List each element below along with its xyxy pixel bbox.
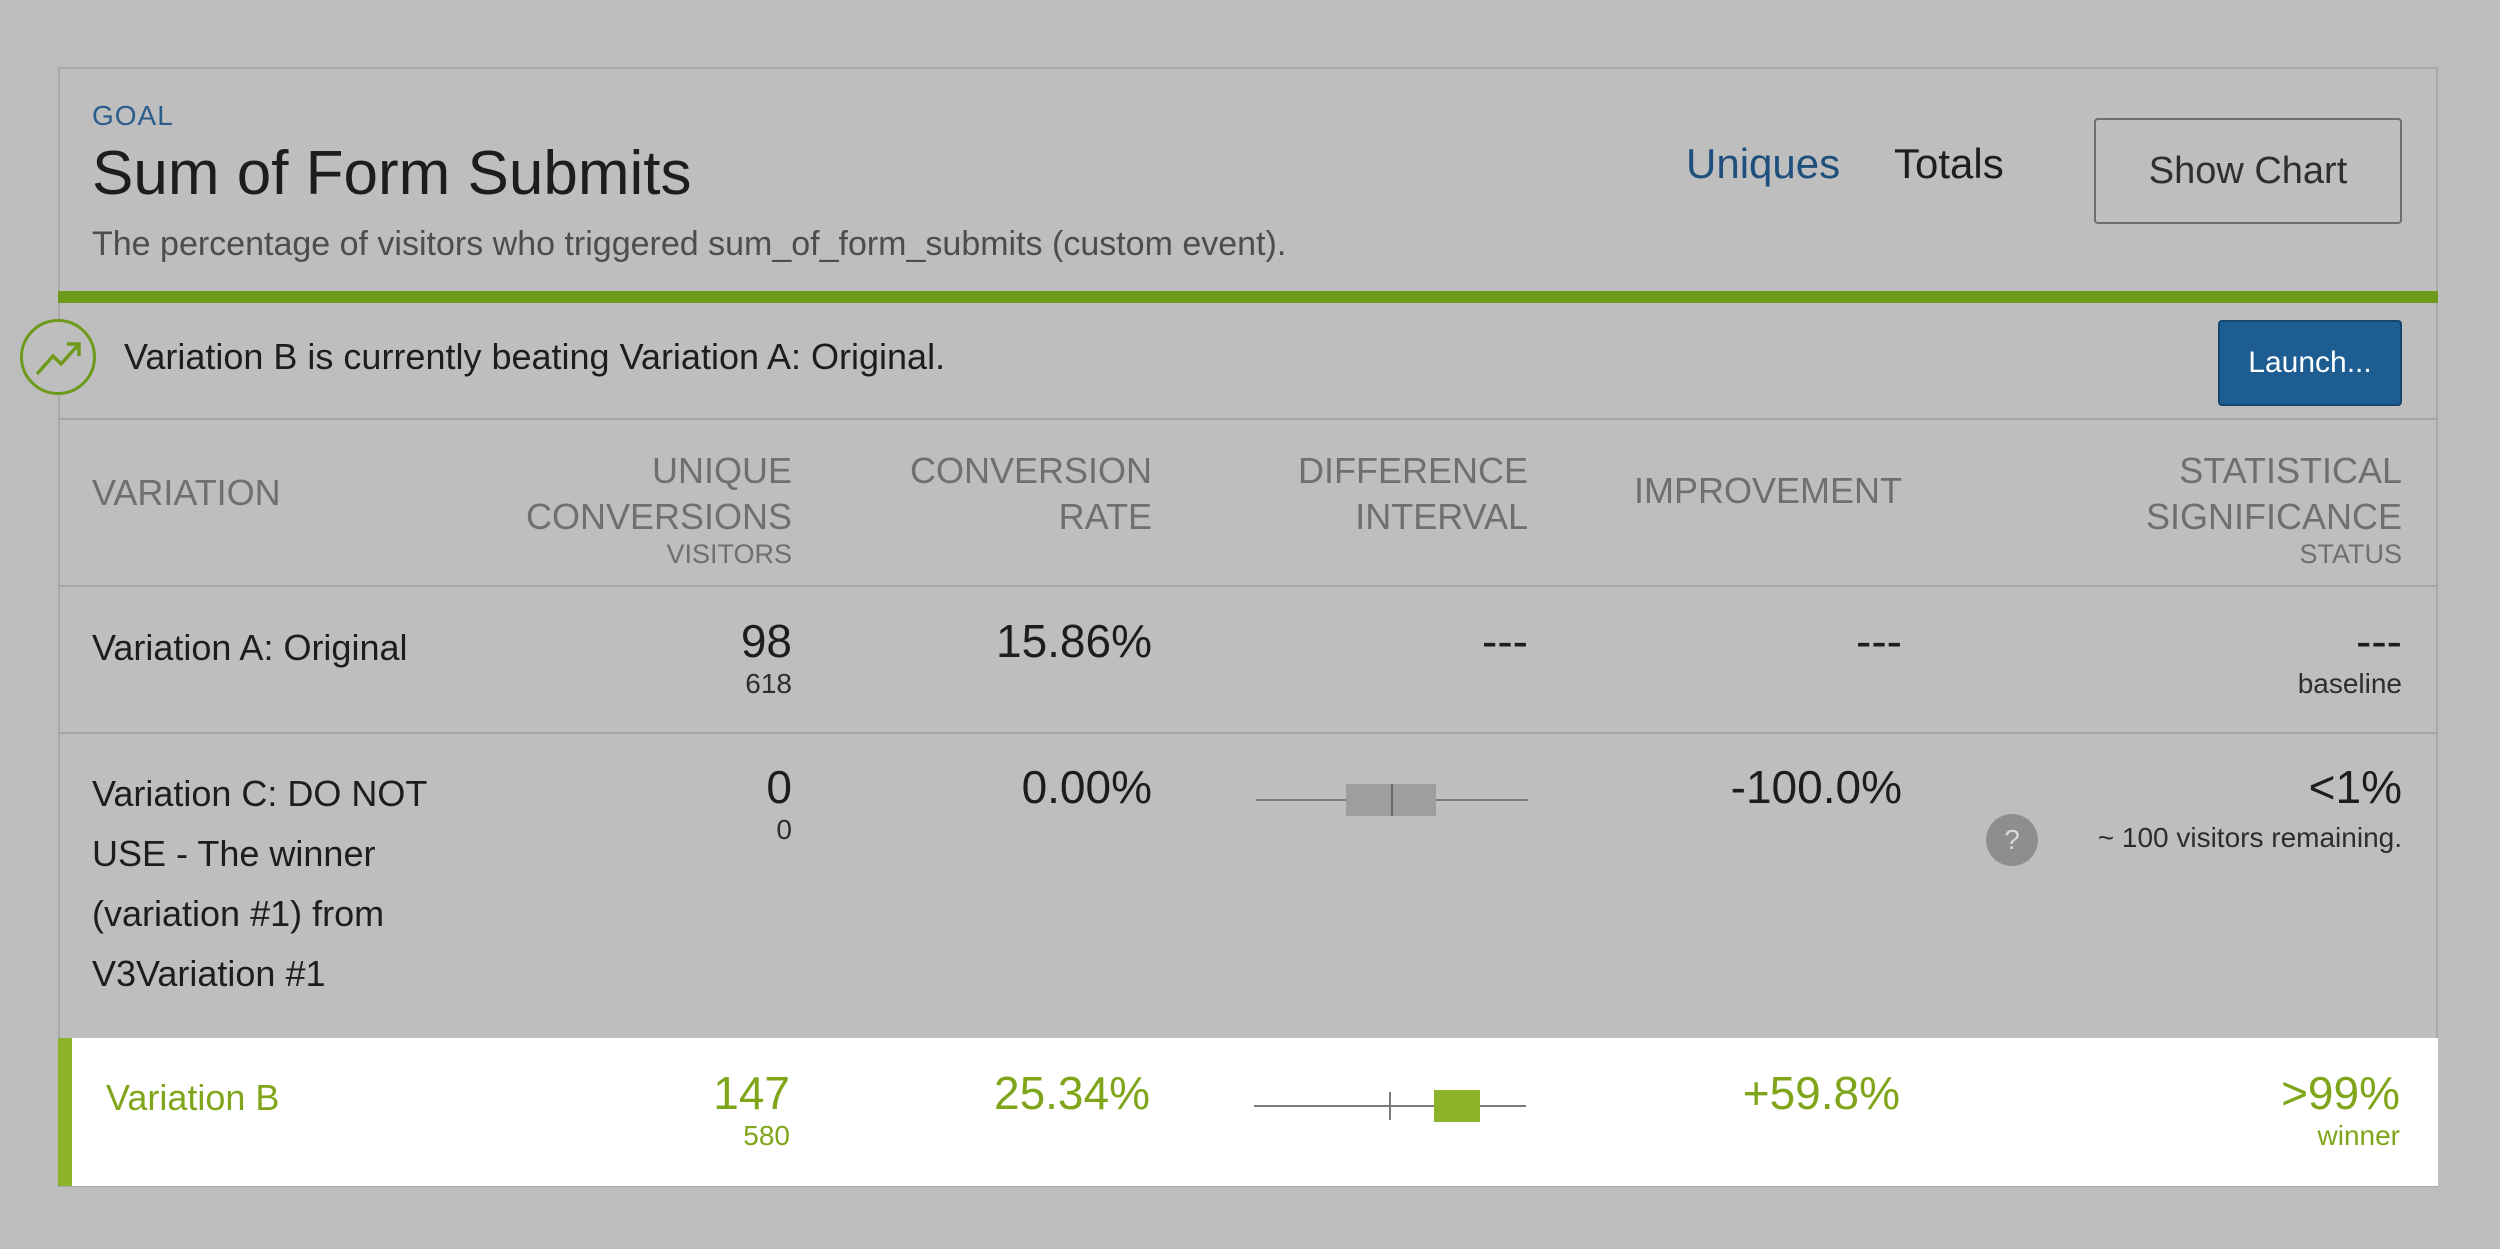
show-chart-button[interactable]: Show Chart [2094,118,2402,224]
difference-interval-chart [1254,1090,1526,1122]
col-header-unique-conversions-label: UNIQUE CONVERSIONS [525,450,792,537]
statistical-significance: <1% [2308,761,2402,813]
divider [58,418,2438,420]
col-header-conversion-rate: CONVERSION RATE [909,450,1152,537]
goal-label: GOAL [92,100,174,131]
tab-uniques[interactable]: Uniques [1686,140,1840,188]
difference-interval: --- [1482,615,1528,667]
col-header-statistical-significance: STATISTICAL SIGNIFICANCE STATUS [2080,448,2402,568]
divider [58,732,2438,734]
col-header-visitors: VISITORS [666,539,792,569]
status-label: ~ 100 visitors remaining. [2097,822,2402,853]
result-banner-message: Variation B is currently beating Variati… [124,336,946,377]
variation-name: Variation A: Original [92,627,408,668]
variation-name-line: V3Variation #1 [92,953,326,994]
col-header-statistical-significance-label: STATISTICAL SIGNIFICANCE [2145,450,2402,537]
col-header-improvement: IMPROVEMENT [1633,470,1902,511]
unique-conversions: 147 [713,1067,790,1119]
status-label: winner [2317,1120,2400,1151]
improvement: +59.8% [1742,1067,1900,1119]
variation-name-line: (variation #1) from [92,893,385,934]
difference-interval-chart [1256,784,1528,816]
status-label: baseline [2297,668,2402,699]
visitors: 0 [776,814,792,845]
improvement: -100.0% [1730,761,1902,813]
goal-description: The percentage of visitors who triggered… [92,225,1287,263]
variation-name: Variation C: DO NOT USE - The winner (va… [92,764,427,1004]
help-icon[interactable]: ? [1986,814,2038,866]
interval-bar [1434,1090,1480,1122]
visitors: 618 [745,668,792,699]
col-header-unique-conversions: UNIQUE CONVERSIONS VISITORS [470,448,792,568]
improvement: --- [1856,615,1902,667]
launch-button[interactable]: Launch... [2218,320,2402,406]
trend-up-icon [20,319,96,395]
divider [58,585,2438,587]
variation-name: Variation B [106,1077,280,1118]
statistical-significance: --- [2356,615,2402,667]
col-header-status: STATUS [2299,539,2402,569]
goal-title: Sum of Form Submits [92,139,692,208]
unique-conversions: 98 [740,615,792,667]
unique-conversions: 0 [766,761,792,813]
tab-totals[interactable]: Totals [1894,140,2004,188]
visitors: 580 [743,1120,790,1151]
winner-accent-bar [58,1038,72,1186]
conversion-rate: 15.86% [995,615,1152,667]
statistical-significance: >99% [2281,1067,2400,1119]
winner-indicator-bar [58,291,2438,303]
col-header-difference-interval: DIFFERENCE INTERVAL [1297,450,1528,537]
variation-name-line: Variation C: DO NOT [92,773,428,814]
variation-name-line: USE - The winner [92,833,376,874]
col-header-variation: VARIATION [92,472,281,513]
conversion-rate: 0.00% [1021,761,1152,813]
conversion-rate: 25.34% [993,1067,1150,1119]
